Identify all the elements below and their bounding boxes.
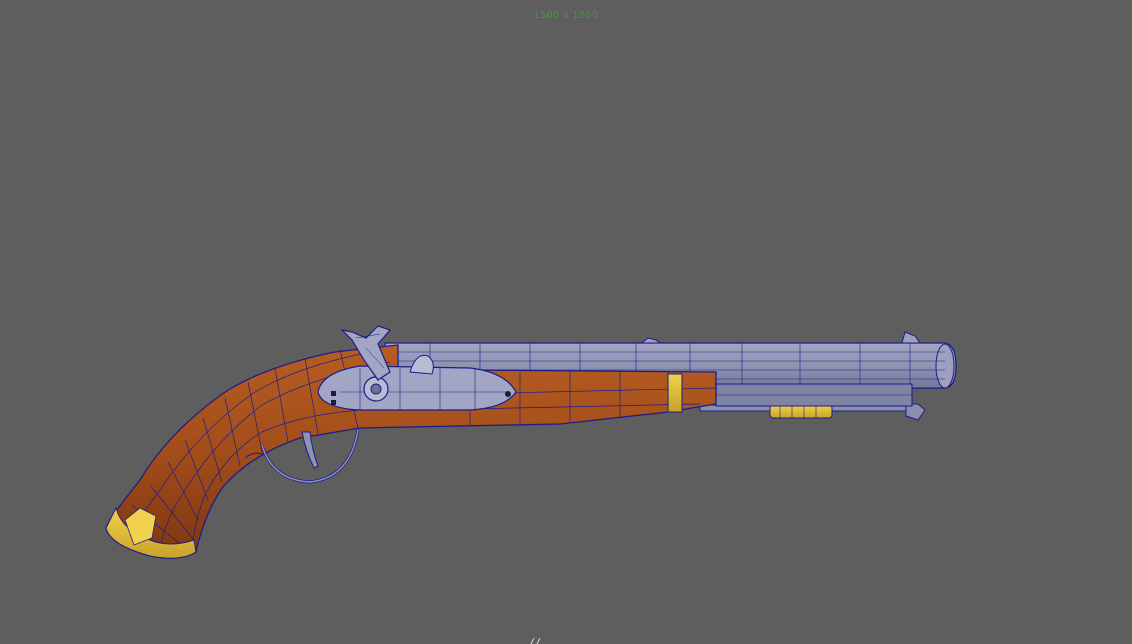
3d-viewport[interactable]: 1500 x 1500 [0,0,1132,644]
view-axis-icon [530,638,541,644]
flintlock-pistol-model[interactable] [0,0,1132,644]
